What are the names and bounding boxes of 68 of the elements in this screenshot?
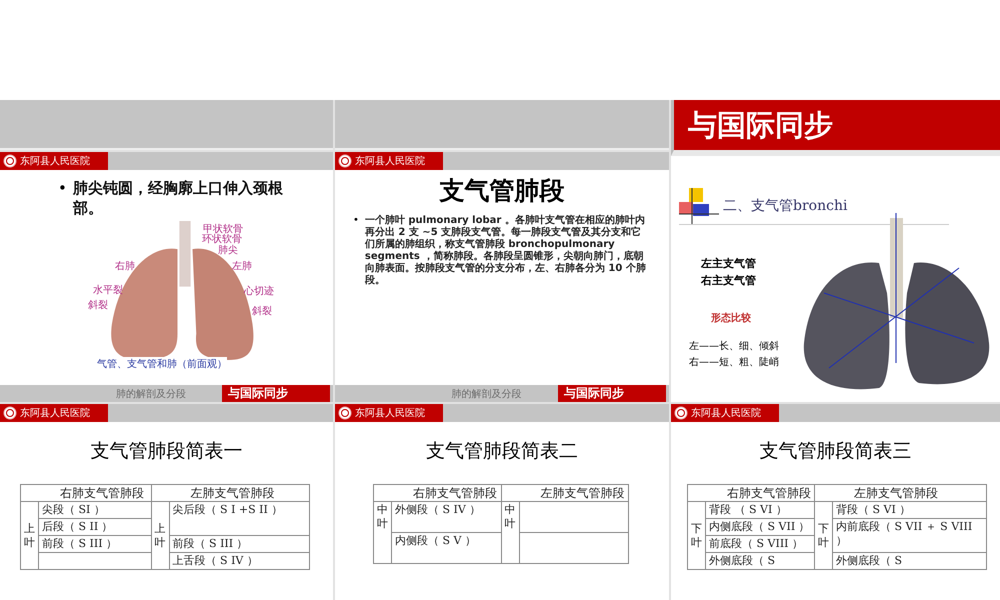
figure-caption: 气管、支气管和肺（前面观） (97, 357, 227, 371)
slide-title: 支气管肺段简表一 (90, 439, 244, 464)
bullet-text: 一个肺叶 pulmonary lobar 。各肺叶支气管在相应的肺叶内再分出 2 支 ~5 支肺段支气管。每一肺段支气管及其分支和它们所属的肺组织，称支气管肺段 bronchopulmonary segments ，简称肺段。各肺段呈圆锥形，尖朝向肺门，底朝向肺表面。按肺段支气管的分支分布，左、右肺各分为 10 个肺段。 (364, 215, 647, 287)
figure-label: 右肺 (115, 262, 135, 272)
table-cell: 背段 （ S VI ） (706, 502, 814, 518)
table-cell: 内前底段（ S VII ＋ S VIII ） (832, 518, 986, 552)
hospital-logo: 东阿县人民医院 (671, 404, 779, 422)
hospital-logo: 东阿县人民医院 (335, 152, 443, 170)
table-cell: 前段（ S III ） (169, 536, 310, 552)
table-cell: 背段（ S VI ） (832, 502, 986, 518)
comparison-heading: 形态比较 (711, 312, 752, 325)
table-cell: 外侧底段（ S (832, 552, 986, 570)
table-cell: 尖后段（ S I +S II ） (169, 502, 310, 536)
table-cell: 外侧段（ S IV ） (392, 502, 501, 532)
table-cell: 上舌段（ S IV ） (169, 552, 310, 570)
footer-note: 肺的解剖及分段 (450, 388, 522, 400)
hospital-logo: 东阿县人民医院 (0, 404, 108, 422)
bronchus-label: 右主支气管 (701, 273, 757, 289)
table-header: 右肺支气管肺段 (688, 484, 814, 502)
footer-badge: 与国际同步 (558, 385, 666, 402)
table-cell: 中叶 (374, 502, 392, 564)
table-cell: 下叶 (814, 502, 832, 570)
figure-label: 心切迹 (244, 287, 274, 297)
table-cell: 尖段（ SI ） (38, 502, 152, 518)
slide-title: 支气管肺段简表二 (425, 439, 579, 464)
comparison-text: 左——长、细、倾斜 (689, 340, 780, 354)
bullet-marker: • (353, 215, 359, 227)
table-cell: 前段（ S III ） (38, 536, 152, 552)
table-cell: 内侧段（ S V ） (392, 532, 501, 564)
table-header: 左肺支气管肺段 (501, 484, 628, 502)
table-header: 左肺支气管肺段 (814, 484, 986, 502)
table-cell: 下叶 (688, 502, 706, 570)
bullet-marker: • (58, 178, 67, 198)
figure-label: 斜裂 (252, 307, 272, 317)
slide-thumbnail[interactable]: 与国际同步 二、支气管bronchi 左主支气管 右主支气管 形态比较 左——长、细、倾斜 右——短、粗、陡峭 (671, 100, 1000, 402)
figure-label: 斜裂 (88, 301, 108, 311)
figure-label: 水平裂 (93, 286, 123, 296)
slide-thumbnail[interactable]: 东阿县人民医院 支气管肺段简表一 右肺支气管肺段 左肺支气管肺段 上叶 尖段（ SI ） 上叶 尖后段（ S I +S II ） 后段（ S II ） 前段（ S III ） 前段（ S III ） 上舌段（ S IV ） (0, 404, 333, 600)
slide-title: 支气管肺段 (438, 175, 566, 207)
squares-icon (679, 188, 719, 224)
bullet-text: 肺尖钝圆，经胸廓上口伸入颈根部。 (72, 178, 284, 218)
section-heading: 二、支气管bronchi (723, 197, 848, 215)
comparison-text: 右——短、粗、陡峭 (689, 356, 780, 370)
slide-thumbnail[interactable]: 东阿县人民医院 • 肺尖钝圆，经胸廓上口伸入颈根部。 甲状软骨 环状软骨 肺尖 右肺 左肺 水平裂 心切迹 斜裂 斜裂 气管、支气管和肺（前面观） 肺的解剖及分段 与国际同步 (0, 152, 333, 402)
table-header: 左肺支气管肺段 (151, 484, 310, 502)
slide-thumbnail[interactable]: 东阿县人民医院 支气管肺段简表三 右肺支气管肺段 左肺支气管肺段 下叶 背段 （ S VI ） 下叶 背段（ S VI ） 内侧底段（ S VII ） 内前底段（ S VII ＋ S VIII ） 前底段（ S VIII ） 外侧底段（ S 外侧底段（ S (671, 404, 1000, 600)
figure-label: 左肺 (232, 262, 252, 272)
slide-thumbnail[interactable]: 东阿县人民医院 支气管肺段 • 一个肺叶 pulmonary lobar 。各肺叶支气管在相应的肺叶内再分出 2 支 ~5 支肺段支气管。每一肺段支气管及其分支和它们所属的肺组织，称支气管肺段 bronchopulmonary segments ，简称肺段。各肺段呈圆锥形，尖朝向肺门，底朝向肺表面。按肺段支气管的分支分布，左、右肺各分为 10 个肺段。 肺的解剖及分段 与国际同步 (335, 152, 669, 402)
hospital-logo: 东阿县人民医院 (335, 404, 443, 422)
table-header: 右肺支气管肺段 (374, 484, 501, 502)
figure-label: 环状软骨 (202, 235, 242, 245)
bronchus-label: 左主支气管 (701, 256, 757, 272)
slide-banner: 与国际同步 (671, 100, 1000, 156)
table-cell: 内侧底段（ S VII ） (706, 518, 814, 536)
table-cell: 上叶 (151, 502, 170, 570)
hospital-logo: 东阿县人民医院 (0, 152, 108, 170)
slide-title: 支气管肺段简表三 (758, 439, 912, 464)
footer-badge: 与国际同步 (222, 385, 330, 402)
table-cell: 外侧底段（ S (706, 552, 814, 570)
figure-label: 甲状软骨 (203, 225, 243, 235)
footer-note: 肺的解剖及分段 (115, 388, 187, 400)
table-header: 右肺支气管肺段 (20, 484, 152, 502)
table-cell: 前底段（ S VIII ） (706, 536, 814, 552)
table-cell: 后段（ S II ） (38, 518, 152, 536)
figure-label: 肺尖 (218, 246, 238, 256)
table-cell: 上叶 (20, 502, 38, 570)
table-cell: 中叶 (501, 502, 519, 564)
slide-thumbnail[interactable]: 东阿县人民医院 支气管肺段简表二 右肺支气管肺段 左肺支气管肺段 中叶 外侧段（ S IV ） 中叶 内侧段（ S V ） (335, 404, 669, 600)
